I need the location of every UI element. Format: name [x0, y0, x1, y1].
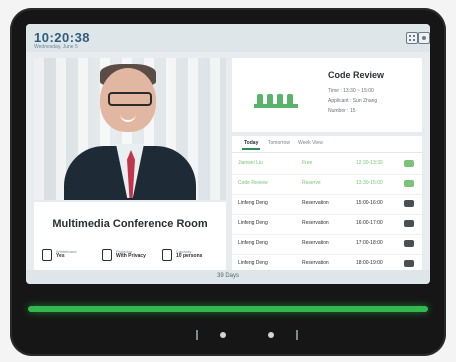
schedule-name: Linfeng Deng — [238, 260, 268, 266]
lock-icon — [404, 200, 414, 207]
facility-item: Whiteboard Yes — [42, 246, 98, 264]
meeting-applicant: Applicant : Sun Zhang — [328, 98, 378, 104]
sensor-mark — [296, 330, 298, 340]
facility-value: 10 persons — [176, 253, 203, 260]
lock-icon — [404, 240, 414, 247]
schedule-name: Jianwei Liu — [238, 160, 263, 166]
schedule-state: Free — [302, 160, 313, 166]
settings-icon[interactable] — [418, 32, 430, 44]
schedule-time: 18:00-19:00 — [356, 260, 383, 266]
shield-icon — [102, 249, 112, 261]
schedule-row[interactable]: Linfeng Deng Reservation 15:00-16:00 — [232, 194, 422, 215]
facility-item: Capacity 10 persons — [162, 246, 218, 264]
conference-table-icon — [254, 88, 298, 108]
schedule-row[interactable]: Code Review Reserve 13:30-15:00 — [232, 174, 422, 195]
facility-item: Projector With Privacy — [102, 246, 158, 264]
grid-icon[interactable] — [406, 32, 418, 44]
clock-time: 10:20:38 — [34, 30, 91, 45]
sensor-dot — [268, 332, 274, 338]
seat-mark — [277, 94, 283, 104]
lock-icon — [404, 220, 414, 227]
schedule-row[interactable]: Jianwei Liu Free 12:30-13:30 — [232, 154, 422, 175]
glasses-icon — [108, 92, 152, 106]
lock-icon — [404, 160, 414, 167]
schedule-name: Linfeng Deng — [238, 220, 268, 226]
schedule-state: Reservation — [302, 260, 329, 266]
sensor-mark — [196, 330, 198, 340]
room-card: Multimedia Conference Room Whiteboard Ye… — [34, 202, 226, 272]
schedule-panel: Today Tomorrow Week View Jianwei Liu Fre… — [232, 136, 422, 275]
schedule-row[interactable]: Linfeng Deng Reservation 17:00-18:00 — [232, 234, 422, 255]
schedule-time: 15:00-16:00 — [356, 200, 383, 206]
tab-tomorrow[interactable]: Tomorrow — [266, 140, 292, 146]
lock-icon — [404, 260, 414, 267]
room-title: Multimedia Conference Room — [52, 218, 208, 230]
table-base — [254, 104, 298, 108]
footer-label: 39 Days — [216, 273, 239, 279]
facility-value: Yes — [56, 253, 65, 260]
schedule-row[interactable]: Linfeng Deng Reservation 16:00-17:00 — [232, 214, 422, 235]
status-led-strip — [28, 306, 428, 312]
current-meeting-panel[interactable]: Code Review Time : 13:30 ~ 15:00 Applica… — [232, 58, 422, 132]
facility-value: With Privacy — [116, 253, 146, 260]
meeting-title: Code Review — [328, 70, 385, 80]
room-photo — [34, 58, 226, 200]
schedule-time: 12:30-13:30 — [356, 160, 383, 166]
meeting-number: Number : 15 — [328, 108, 356, 114]
schedule-state: Reservation — [302, 200, 329, 206]
seat-mark — [287, 94, 293, 104]
person-icon — [42, 249, 52, 261]
tab-week-view[interactable]: Week View — [296, 140, 325, 146]
schedule-name: Linfeng Deng — [238, 240, 268, 246]
schedule-name: Linfeng Deng — [238, 200, 268, 206]
schedule-state: Reservation — [302, 220, 329, 226]
schedule-state: Reserve — [302, 180, 321, 186]
clock-date: Wednesday, June 5 — [34, 44, 78, 50]
lock-icon — [404, 180, 414, 187]
seat-mark — [267, 94, 273, 104]
device-bezel: 10:20:38 Wednesday, June 5 Multimedia Co… — [10, 8, 446, 356]
screen: 10:20:38 Wednesday, June 5 Multimedia Co… — [26, 24, 430, 284]
seat-icon — [162, 249, 172, 261]
footer-bar: 39 Days — [26, 270, 430, 284]
schedule-name: Code Review — [238, 180, 268, 186]
sensor-dot — [220, 332, 226, 338]
schedule-state: Reservation — [302, 240, 329, 246]
meeting-time: Time : 13:30 ~ 15:00 — [328, 88, 374, 94]
seat-mark — [257, 94, 263, 104]
schedule-rows: Jianwei Liu Free 12:30-13:30 Code Review… — [232, 154, 422, 275]
schedule-time: 17:00-18:00 — [356, 240, 383, 246]
schedule-time: 13:30-15:00 — [356, 180, 383, 186]
schedule-tabs: Today Tomorrow Week View — [232, 136, 422, 153]
schedule-time: 16:00-17:00 — [356, 220, 383, 226]
tab-today[interactable]: Today — [242, 140, 261, 150]
facility-list: Whiteboard Yes Projector With Privacy Ca… — [42, 246, 218, 264]
status-bar: 10:20:38 Wednesday, June 5 — [26, 24, 430, 52]
